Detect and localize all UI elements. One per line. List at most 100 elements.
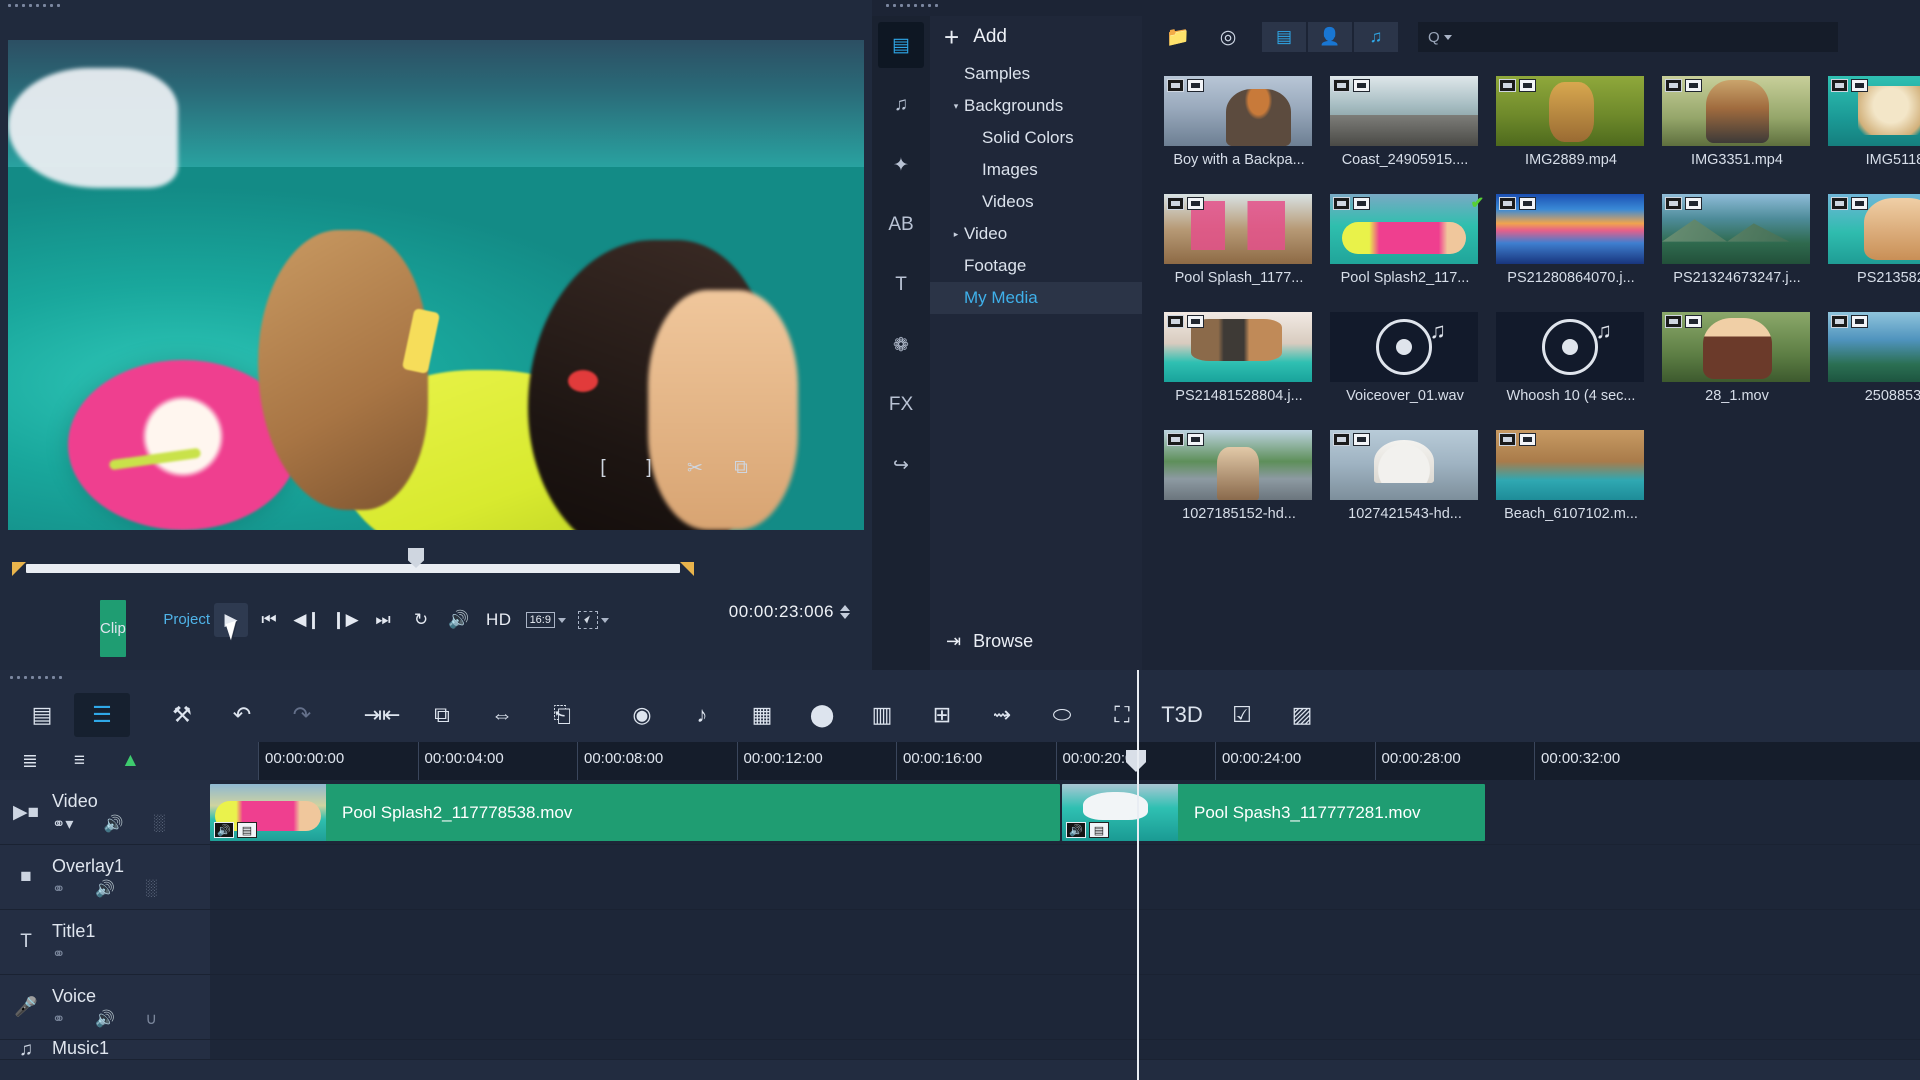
media-item[interactable]: Boy with a Backpa...: [1156, 72, 1322, 190]
media-library-icon[interactable]: ▤: [878, 22, 924, 68]
media-item[interactable]: Pool Splash_1177...: [1156, 190, 1322, 308]
link-icon[interactable]: ⚭: [52, 944, 65, 964]
media-item[interactable]: 28_1.mov: [1654, 308, 1820, 426]
mask-icon[interactable]: ░: [153, 815, 164, 833]
preview-mode-selector[interactable]: Project Clip: [100, 600, 210, 657]
undo-button[interactable]: ↶: [214, 693, 270, 737]
media-thumbnail[interactable]: [1330, 430, 1478, 500]
graphics-icon[interactable]: ❁: [878, 322, 924, 368]
link-icon[interactable]: ⚭▾: [52, 814, 73, 834]
timeline-ruler[interactable]: 00:00:00:00 00:00:04:00 00:00:08:00 00:00:1…: [258, 742, 1920, 780]
split-view-button[interactable]: ⇔: [474, 693, 530, 737]
media-item[interactable]: 25088537.n: [1820, 308, 1920, 426]
scrub-track[interactable]: [26, 564, 680, 573]
media-item[interactable]: ✔ Pool Splash2_117...: [1322, 190, 1488, 308]
pan-zoom-button[interactable]: ⛶: [1094, 693, 1150, 737]
media-item[interactable]: Beach_6107102.m...: [1488, 426, 1654, 544]
mask-icon[interactable]: ░: [145, 880, 156, 898]
next-frame-button[interactable]: ❙▶: [328, 603, 362, 637]
media-item[interactable]: PS21280864070.j...: [1488, 190, 1654, 308]
crop-tool-selector[interactable]: [577, 611, 609, 629]
track-lane[interactable]: [210, 845, 1920, 909]
path-icon[interactable]: ↪: [878, 442, 924, 488]
media-thumbnail[interactable]: [1828, 312, 1920, 382]
filter-audio-button[interactable]: ♫: [1354, 22, 1398, 52]
mix-tools-button[interactable]: ⚒: [154, 693, 210, 737]
tree-item-backgrounds[interactable]: ▾ Backgrounds: [930, 90, 1142, 122]
media-thumbnail[interactable]: [1164, 194, 1312, 264]
preview-timecode[interactable]: 00:00:23:006: [729, 602, 850, 622]
search-input[interactable]: Q: [1418, 22, 1838, 52]
repeat-button[interactable]: ↻: [404, 603, 438, 637]
track-lane[interactable]: [210, 1040, 1920, 1059]
timecode-value[interactable]: 00:00:23:006: [729, 602, 834, 622]
tree-item-solid-colors[interactable]: Solid Colors: [930, 122, 1142, 154]
media-item[interactable]: 1027421543-hd...: [1322, 426, 1488, 544]
audio-library-icon[interactable]: ♫: [878, 82, 924, 128]
ripple-edit-button[interactable]: ⎗: [534, 693, 590, 737]
home-button[interactable]: ⏮: [252, 603, 286, 637]
timeline-clip[interactable]: 🔊 ▤ Pool Splash2_117778538.mov: [210, 784, 1060, 841]
timeline-panel-grip[interactable]: [10, 676, 62, 679]
tree-item-footage[interactable]: Footage: [930, 250, 1142, 282]
mask-creator-button[interactable]: ⬭: [1034, 693, 1090, 737]
timeline-playhead-handle[interactable]: [1126, 750, 1146, 772]
clip-mode-label[interactable]: Clip: [100, 600, 126, 657]
track-lane[interactable]: 🔊 ▤ Pool Splash2_117778538.mov 🔊 ▤ Pool Spash…: [210, 780, 1920, 844]
media-thumbnail[interactable]: [1330, 194, 1478, 264]
media-thumbnail[interactable]: [1496, 76, 1644, 146]
mask-icon[interactable]: ∪: [145, 1009, 157, 1029]
text-tool-icon[interactable]: T: [878, 262, 924, 308]
titles-ab-icon[interactable]: AB: [878, 202, 924, 248]
track-manager-icon[interactable]: ≣: [22, 750, 38, 773]
media-thumbnail[interactable]: [1330, 76, 1478, 146]
redo-button[interactable]: ↷: [274, 693, 330, 737]
media-item[interactable]: 1027185152-hd...: [1156, 426, 1322, 544]
library-panel-grip[interactable]: [886, 4, 938, 7]
track-header[interactable]: 🎤 Voice ⚭ 🔊 ∪: [0, 975, 210, 1039]
media-item[interactable]: IMG5118.m: [1820, 72, 1920, 190]
timecode-stepper[interactable]: [840, 605, 850, 619]
media-thumbnail[interactable]: [1496, 430, 1644, 500]
preview-panel-grip[interactable]: [8, 4, 60, 7]
title-3d-button[interactable]: T3D: [1154, 693, 1210, 737]
media-item[interactable]: IMG3351.mp4: [1654, 72, 1820, 190]
hd-quality-label[interactable]: HD: [486, 610, 512, 630]
fit-project-to-window-button[interactable]: ⇥⇤: [354, 693, 410, 737]
tree-item-my-media[interactable]: My Media: [930, 282, 1142, 314]
media-thumbnail[interactable]: [1828, 76, 1920, 146]
volume-icon[interactable]: 🔊: [95, 1009, 115, 1029]
media-thumbnail[interactable]: [1662, 194, 1810, 264]
paint-creator-button[interactable]: ▨: [1274, 693, 1330, 737]
media-thumbnail[interactable]: [1164, 76, 1312, 146]
media-thumbnail[interactable]: [1164, 312, 1312, 382]
media-item[interactable]: ♫ Voiceover_01.wav: [1322, 308, 1488, 426]
media-thumbnail[interactable]: ♫: [1496, 312, 1644, 382]
speed-motion-button[interactable]: ⇝: [974, 693, 1030, 737]
preview-scrub-bar[interactable]: [8, 548, 698, 582]
motion-tracking-button[interactable]: ▦: [734, 693, 790, 737]
media-item[interactable]: IMG2889.mp4: [1488, 72, 1654, 190]
track-header[interactable]: ■ Overlay1 ⚭ 🔊 ░: [0, 845, 210, 909]
keyframe-marker-icon[interactable]: ▲: [121, 750, 140, 772]
track-lane[interactable]: [210, 975, 1920, 1039]
media-item[interactable]: PS213582300: [1820, 190, 1920, 308]
add-media-button[interactable]: + Add: [930, 16, 1142, 58]
media-item[interactable]: Coast_24905915....: [1322, 72, 1488, 190]
browse-button[interactable]: ⇥ Browse: [930, 620, 1142, 662]
media-thumbnail[interactable]: [1662, 312, 1810, 382]
tree-item-videos[interactable]: Videos: [930, 186, 1142, 218]
media-thumbnail[interactable]: [1496, 194, 1644, 264]
track-header[interactable]: ♫ Music1: [0, 1038, 210, 1060]
filter-photo-button[interactable]: 👤: [1308, 22, 1352, 52]
trim-out-marker[interactable]: [680, 562, 694, 576]
storyboard-view-button[interactable]: ▤: [14, 693, 70, 737]
end-button[interactable]: ⏭: [366, 603, 400, 637]
previous-frame-button[interactable]: ◀❙: [290, 603, 324, 637]
chroma-key-button[interactable]: ☑: [1214, 693, 1270, 737]
volume-icon[interactable]: 🔊: [95, 879, 115, 899]
grid-layout-button[interactable]: ⊞: [914, 693, 970, 737]
volume-button[interactable]: 🔊: [442, 603, 476, 637]
media-thumbnail[interactable]: ♫: [1330, 312, 1478, 382]
add-track-icon[interactable]: ≡: [74, 750, 85, 772]
